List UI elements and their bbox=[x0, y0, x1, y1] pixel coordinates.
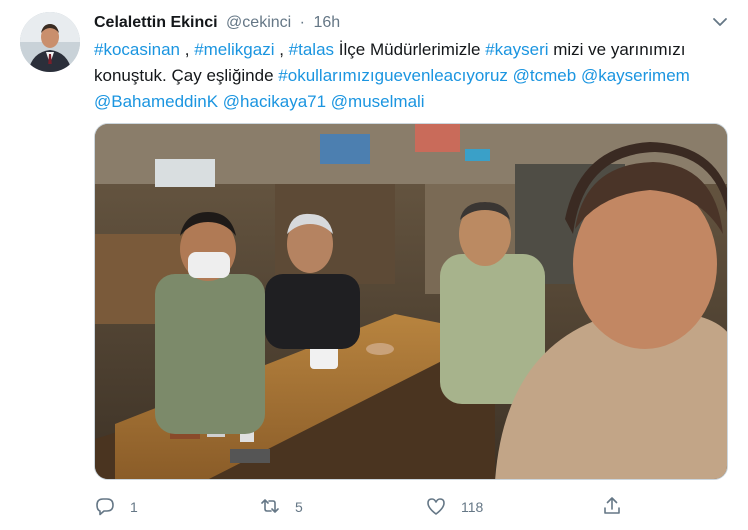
mention-link[interactable]: @tcmeb bbox=[513, 66, 577, 85]
tweet-text-segment: , bbox=[180, 40, 195, 59]
retweet-count: 5 bbox=[295, 499, 303, 515]
hashtag-link[interactable]: #okullarımızıguevenleacıyoruz bbox=[278, 66, 508, 85]
tweet-header: Celalettin Ekinci @cekinci · 16h bbox=[94, 12, 340, 34]
like-count: 118 bbox=[461, 499, 484, 515]
tweet-text-segment: İlçe Müdürlerimizle bbox=[334, 40, 486, 59]
tweet[interactable]: Celalettin Ekinci @cekinci · 16h #kocasi… bbox=[0, 0, 748, 530]
avatar[interactable] bbox=[20, 12, 80, 72]
like-button[interactable]: 118 bbox=[425, 492, 483, 522]
tweet-timestamp[interactable]: 16h bbox=[313, 14, 340, 31]
retweet-button[interactable]: 5 bbox=[259, 492, 303, 522]
hashtag-link[interactable]: #kayseri bbox=[485, 40, 548, 59]
author-name[interactable]: Celalettin Ekinci bbox=[94, 14, 218, 31]
mention-link[interactable]: @muselmali bbox=[331, 92, 425, 111]
hashtag-link[interactable]: #talas bbox=[289, 40, 334, 59]
tweet-actions: 1 5 118 bbox=[94, 492, 734, 522]
reply-count: 1 bbox=[130, 499, 138, 515]
mention-link[interactable]: @kayserimem bbox=[581, 66, 690, 85]
tweet-text-segment: , bbox=[274, 40, 289, 59]
tweet-photo[interactable] bbox=[94, 123, 728, 480]
hashtag-link[interactable]: #kocasinan bbox=[94, 40, 180, 59]
share-button[interactable] bbox=[601, 492, 637, 522]
mention-link[interactable]: @BahameddinK bbox=[94, 92, 218, 111]
separator-dot: · bbox=[299, 14, 305, 31]
retweet-icon bbox=[259, 495, 281, 520]
author-handle[interactable]: @cekinci bbox=[226, 14, 291, 31]
reply-icon bbox=[94, 495, 116, 520]
mention-link[interactable]: @hacikaya71 bbox=[223, 92, 326, 111]
chevron-down-icon[interactable] bbox=[710, 12, 730, 32]
hashtag-link[interactable]: #melikgazi bbox=[194, 40, 274, 59]
reply-button[interactable]: 1 bbox=[94, 492, 138, 522]
tweet-text: #kocasinan , #melikgazi , #talas İlçe Mü… bbox=[94, 37, 734, 115]
heart-icon bbox=[425, 495, 447, 520]
share-icon bbox=[601, 495, 623, 520]
